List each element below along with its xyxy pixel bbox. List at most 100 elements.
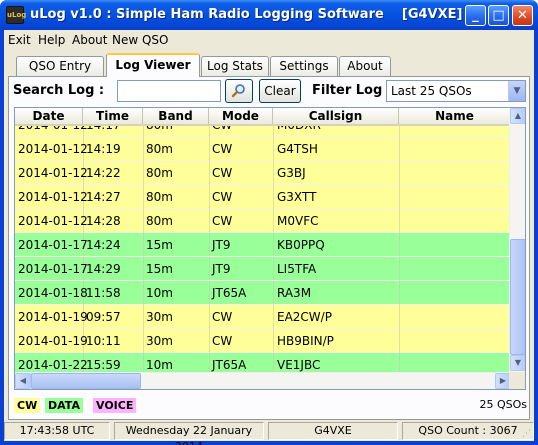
cell-date: 2014-01-19 xyxy=(18,310,88,324)
menu-about[interactable]: About xyxy=(72,33,107,47)
cell-callsign: VE1JBC xyxy=(277,358,321,372)
table-row[interactable]: 2014-01-17 14:24 15m JT9 KB0PPQ xyxy=(15,233,511,257)
scroll-left-icon[interactable]: ◀ xyxy=(15,373,31,389)
column-header-name[interactable]: Name xyxy=(399,108,511,124)
tab-qso-entry[interactable]: QSO Entry xyxy=(16,56,104,76)
table-header: Date Time Band Mode Callsign Name xyxy=(15,108,511,126)
cell-band: 80m xyxy=(146,142,173,156)
table-row[interactable]: 2014-01-12 14:27 80m CW G3XTT xyxy=(15,185,511,209)
cell-callsign: M0DXR xyxy=(277,126,321,132)
column-header-band[interactable]: Band xyxy=(143,108,209,124)
table-row[interactable]: 2014-01-12 14:19 80m CW G4TSH xyxy=(15,137,511,161)
cell-mode: CW xyxy=(212,214,233,228)
log-table: Date Time Band Mode Callsign Name 2014-0… xyxy=(14,107,526,390)
scroll-down-icon[interactable]: ▼ xyxy=(510,355,525,371)
status-qso-count: QSO Count : 3067 xyxy=(402,422,534,440)
clear-button[interactable]: Clear xyxy=(259,79,301,103)
tab-log-viewer[interactable]: Log Viewer xyxy=(106,53,200,77)
menu-exit[interactable]: Exit xyxy=(8,33,31,47)
scroll-up-icon[interactable]: ▲ xyxy=(510,108,525,124)
horizontal-scrollbar[interactable]: ◀ ▶ xyxy=(15,372,511,389)
search-input[interactable] xyxy=(117,80,221,102)
search-button[interactable] xyxy=(225,79,253,103)
cell-date: 2014-01-12 xyxy=(18,214,88,228)
cell-time: 14:28 xyxy=(86,214,121,228)
app-window: uLog uLog v1.0 : Simple Ham Radio Loggin… xyxy=(0,0,538,445)
maximize-button[interactable]: □ xyxy=(488,5,509,26)
magnifier-icon xyxy=(231,84,245,98)
cell-date: 2014-01-22 xyxy=(18,358,88,372)
menu-help[interactable]: Help xyxy=(38,33,65,47)
tab-settings[interactable]: Settings xyxy=(270,56,338,76)
tab-about[interactable]: About xyxy=(339,56,391,76)
table-row[interactable]: 2014-01-12 14:22 80m CW G3BJ xyxy=(15,161,511,185)
window-title: uLog v1.0 : Simple Ham Radio Logging Sof… xyxy=(30,7,463,22)
cell-mode: JT9 xyxy=(212,262,231,276)
table-row[interactable]: 2014-01-1214:17 80m CW M0DXR xyxy=(15,126,511,137)
cell-time: 11:58 xyxy=(86,286,121,300)
column-header-time[interactable]: Time xyxy=(83,108,143,124)
minimize-button[interactable]: _ xyxy=(465,5,486,26)
cell-date: 2014-01-12 xyxy=(18,142,88,156)
cell-band: 80m xyxy=(146,166,173,180)
cell-callsign: LI5TFA xyxy=(277,262,317,276)
menu-bar: Exit Help About New QSO xyxy=(4,30,534,50)
cell-callsign: G3BJ xyxy=(277,166,306,180)
cell-time: 14:17 xyxy=(86,126,121,132)
cell-callsign: G4TSH xyxy=(277,142,318,156)
filter-label: Filter Log : xyxy=(312,83,393,98)
cell-mode: CW xyxy=(212,310,233,324)
scroll-corner xyxy=(509,372,525,389)
table-row[interactable]: 2014-01-12 14:28 80m CW M0VFC xyxy=(15,209,511,233)
cell-mode: JT65A xyxy=(212,286,247,300)
cell-callsign: RA3M xyxy=(277,286,312,300)
cell-mode: CW xyxy=(212,142,233,156)
log-viewer-panel: Search Log : Clear Filter Log : Last 25 … xyxy=(8,76,530,420)
cell-band: 30m xyxy=(146,310,173,324)
client-area: Exit Help About New QSO QSO Entry Log Vi… xyxy=(4,30,534,445)
status-bar: 17:43:58 UTC Wednesday 22 January 2014 G… xyxy=(4,420,534,445)
cell-time: 10:11 xyxy=(86,334,121,348)
cell-mode: CW xyxy=(212,126,232,132)
status-date: Wednesday 22 January 2014 xyxy=(114,422,264,445)
cell-time: 14:24 xyxy=(86,238,121,252)
table-row[interactable]: 2014-01-19 10:11 30m CW HB9BIN/P xyxy=(15,329,511,353)
cell-mode: CW xyxy=(212,334,233,348)
cell-callsign: M0VFC xyxy=(277,214,319,228)
vertical-scroll-thumb[interactable] xyxy=(510,239,525,355)
column-header-callsign[interactable]: Callsign xyxy=(273,108,399,124)
chevron-down-icon[interactable]: ▼ xyxy=(508,81,525,101)
tab-log-stats[interactable]: Log Stats xyxy=(201,56,269,76)
cell-mode: CW xyxy=(212,190,233,204)
table-row[interactable]: 2014-01-18 11:58 10m JT65A RA3M xyxy=(15,281,511,305)
cell-callsign: KB0PPQ xyxy=(277,238,325,252)
search-label: Search Log : xyxy=(13,83,105,98)
cell-band: 10m xyxy=(146,358,173,372)
column-header-mode[interactable]: Mode xyxy=(209,108,273,124)
table-row[interactable]: 2014-01-19 09:57 30m CW EA2CW/P xyxy=(15,305,511,329)
horizontal-scroll-thumb[interactable] xyxy=(31,373,141,389)
cell-mode: CW xyxy=(212,166,233,180)
cell-mode: JT65A xyxy=(212,358,247,372)
table-row[interactable]: 2014-01-17 14:29 15m JT9 LI5TFA xyxy=(15,257,511,281)
cell-mode: JT9 xyxy=(212,238,231,252)
title-bar[interactable]: uLog uLog v1.0 : Simple Ham Radio Loggin… xyxy=(0,0,538,30)
cell-date: 2014-01-17 xyxy=(18,262,88,276)
cell-callsign: G3XTT xyxy=(277,190,317,204)
cell-date: 2014-01-12 xyxy=(18,166,88,180)
cell-time: 14:22 xyxy=(86,166,121,180)
vertical-scrollbar[interactable]: ▲ ▼ xyxy=(509,108,525,373)
resize-grip-icon[interactable]: ⋰ xyxy=(522,429,534,441)
close-button[interactable]: ✕ xyxy=(512,5,533,26)
qso-total: 25 QSOs xyxy=(479,398,527,411)
cell-band: 15m xyxy=(146,262,173,276)
legend-voice: VOICE xyxy=(93,398,137,413)
menu-new-qso[interactable]: New QSO xyxy=(112,33,169,47)
filter-select[interactable]: Last 25 QSOs ▼ xyxy=(386,80,526,102)
cell-band: 80m xyxy=(146,190,173,204)
cell-callsign: EA2CW/P xyxy=(277,310,332,324)
cell-date: 2014-01-19 xyxy=(18,334,88,348)
cell-band: 10m xyxy=(146,286,173,300)
column-header-date[interactable]: Date xyxy=(15,108,83,124)
table-row[interactable]: 2014-01-22 15:59 10m JT65A VE1JBC xyxy=(15,353,511,372)
